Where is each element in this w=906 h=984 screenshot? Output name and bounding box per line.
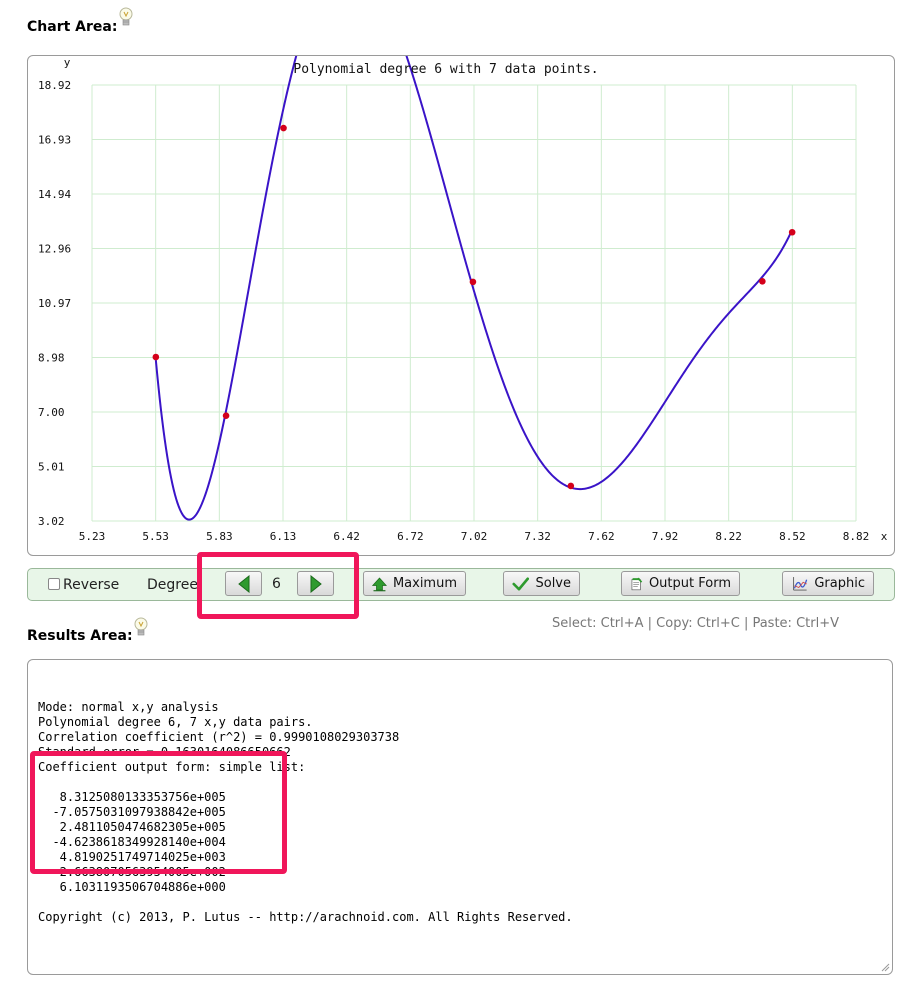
y-tick-label: 7.00 <box>38 406 65 419</box>
y-tick-label: 16.93 <box>38 134 71 147</box>
data-point <box>567 482 575 490</box>
controls-bar: Reverse Degree 6 Maximum Solve Output Fo… <box>27 568 895 601</box>
chart-canvas: 5.23 5.53 5.83 6.13 6.42 6.72 7.02 7.32 7.62 7.92… <box>38 56 888 543</box>
x-tick-label: 6.42 <box>333 530 360 543</box>
reverse-checkbox[interactable] <box>48 578 60 590</box>
chart-title: Polynomial degree 6 with 7 data points. <box>293 62 598 77</box>
x-tick-label: 8.52 <box>779 530 806 543</box>
data-point <box>788 228 796 236</box>
data-point <box>152 353 160 361</box>
chart-area: 5.23 5.53 5.83 6.13 6.42 6.72 7.02 7.32 7.62 7.92… <box>27 55 895 556</box>
x-tick-label: 6.13 <box>270 530 297 543</box>
x-tick-label: 5.83 <box>206 530 233 543</box>
graphic-button[interactable]: Graphic <box>782 571 874 596</box>
x-tick-label: 5.53 <box>142 530 169 543</box>
resize-grip-icon[interactable] <box>880 962 890 972</box>
results-line: 6.1031193506704886e+000 <box>38 880 226 894</box>
degree-highlight-box <box>197 552 359 619</box>
data-point <box>759 278 766 285</box>
data-point <box>222 412 230 420</box>
y-tick-label: 18.92 <box>38 79 71 92</box>
graphic-label: Graphic <box>814 576 865 591</box>
chart-ticks: 5.23 5.53 5.83 6.13 6.42 6.72 7.02 7.32 7.62 7.92… <box>38 79 869 543</box>
coefficients-highlight-box <box>30 751 287 874</box>
x-tick-label: 7.02 <box>461 530 488 543</box>
graph-icon <box>793 576 808 591</box>
y-tick-label: 8.98 <box>38 352 65 365</box>
x-tick-label: 7.32 <box>524 530 551 543</box>
output-form-label: Output Form <box>648 576 731 591</box>
x-tick-label: 7.62 <box>588 530 615 543</box>
results-line <box>38 895 882 910</box>
solve-label: Solve <box>535 576 571 591</box>
results-line: Copyright (c) 2013, P. Lutus -- http://a… <box>38 910 573 924</box>
lightbulb-icon[interactable] <box>118 6 134 28</box>
x-axis-label: x <box>881 530 888 543</box>
x-tick-label: 6.72 <box>397 530 424 543</box>
checkmark-icon <box>512 576 530 591</box>
x-tick-label: 8.82 <box>843 530 870 543</box>
results-line: Polynomial degree 6, 7 x,y data pairs. <box>38 715 313 729</box>
results-line: Mode: normal x,y analysis <box>38 700 219 714</box>
reverse-label[interactable]: Reverse <box>63 577 119 593</box>
data-point <box>280 124 287 132</box>
data-point <box>469 278 477 286</box>
y-tick-label: 3.02 <box>38 515 65 528</box>
results-line: Correlation coefficient (r^2) = 0.999010… <box>38 730 400 744</box>
y-tick-label: 14.94 <box>38 188 71 201</box>
solve-button[interactable]: Solve <box>503 571 580 596</box>
y-axis-label: y <box>64 56 71 69</box>
x-tick-label: 8.22 <box>715 530 742 543</box>
x-tick-label: 5.23 <box>79 530 106 543</box>
y-tick-label: 10.97 <box>38 297 71 310</box>
degree-label: Degree <box>147 577 198 593</box>
chart-grid <box>91 84 857 522</box>
output-form-button[interactable]: Output Form <box>621 571 740 596</box>
chart-area-title: Chart Area: <box>27 19 118 35</box>
up-arrow-icon <box>372 576 387 591</box>
maximum-label: Maximum <box>392 576 457 591</box>
maximum-button[interactable]: Maximum <box>363 571 466 596</box>
notepad-icon <box>631 577 643 590</box>
y-tick-label: 12.96 <box>38 243 71 256</box>
y-tick-label: 5.01 <box>38 461 65 474</box>
lightbulb-icon[interactable] <box>133 616 149 638</box>
results-area-title: Results Area: <box>27 628 133 644</box>
x-tick-label: 7.92 <box>652 530 679 543</box>
keyboard-hint: Select: Ctrl+A | Copy: Ctrl+C | Paste: C… <box>552 616 839 631</box>
